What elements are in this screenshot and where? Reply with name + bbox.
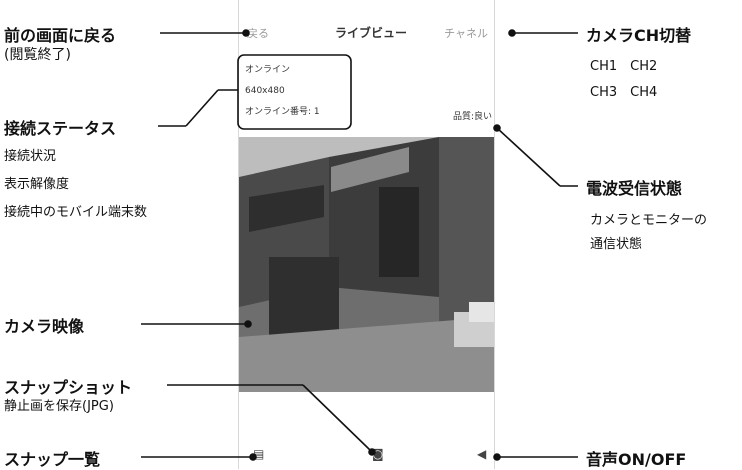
connection-status: オンライン 640x480 オンライン番号: 1 bbox=[245, 60, 320, 123]
annotation-back-title: 前の画面に戻る bbox=[4, 26, 117, 45]
annotation-signal-item-2: 通信状態 bbox=[590, 237, 643, 252]
phone-screen: 戻る ライブビュー チャネル オンライン 640x480 オンライン番号: 1 … bbox=[238, 0, 495, 469]
annotation-snapshot-list-title: スナップ一覧 bbox=[4, 450, 101, 469]
annotation-audio-title: 音声ON/OFF bbox=[586, 450, 687, 469]
speaker-icon[interactable]: ◀ bbox=[477, 447, 486, 461]
annotation-camera-ch-row-2: CH3 CH4 bbox=[590, 85, 658, 100]
annotation-connection-item-2: 表示解像度 bbox=[4, 177, 70, 192]
annotation-back-sub: (閲覧終了) bbox=[4, 47, 71, 63]
annotation-connection-title: 接続ステータス bbox=[4, 119, 117, 138]
status-resolution: 640x480 bbox=[245, 86, 285, 96]
camera-video[interactable] bbox=[239, 137, 494, 392]
status-device-count: オンライン番号: 1 bbox=[245, 107, 320, 117]
gallery-icon[interactable]: ▤ bbox=[253, 447, 264, 461]
annotation-signal-title: 電波受信状態 bbox=[586, 179, 683, 198]
signal-quality: 品質:良い bbox=[452, 112, 492, 122]
annotation-camera-ch-title: カメラCH切替 bbox=[586, 26, 692, 45]
status-online: オンライン bbox=[245, 65, 291, 75]
camera-feed-image bbox=[239, 137, 494, 392]
back-button[interactable]: 戻る bbox=[247, 25, 269, 41]
annotation-camera-ch-row-1: CH1 CH2 bbox=[590, 59, 658, 74]
annotation-camera-video-title: カメラ映像 bbox=[4, 317, 85, 336]
camera-icon[interactable]: ◙ bbox=[372, 447, 384, 461]
annotation-connection-item-3: 接続中のモバイル端末数 bbox=[4, 205, 148, 220]
page-title: ライブビュー bbox=[335, 26, 408, 40]
annotation-signal-item-1: カメラとモニターの bbox=[590, 213, 708, 228]
nav-bar: 戻る ライブビュー チャネル bbox=[239, 0, 494, 48]
channel-button[interactable]: チャネル bbox=[444, 25, 488, 41]
annotation-connection-item-1: 接続状況 bbox=[4, 149, 57, 164]
annotation-snapshot-sub: 静止画を保存(JPG) bbox=[4, 399, 114, 414]
annotation-snapshot-title: スナップショット bbox=[4, 378, 133, 397]
